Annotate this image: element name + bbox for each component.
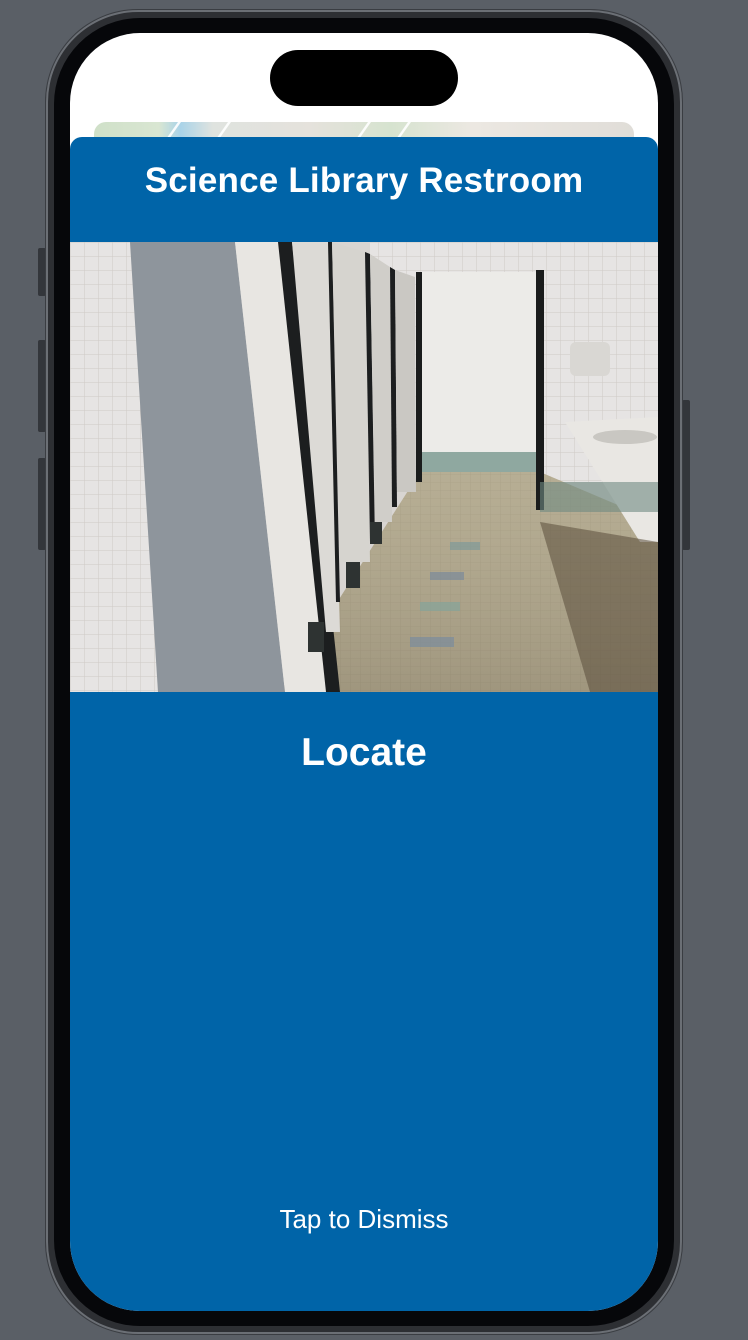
tap-to-dismiss-button[interactable]: Tap to Dismiss (214, 1199, 514, 1239)
restroom-photo-illustration (70, 242, 658, 692)
power-button (682, 400, 690, 550)
action-button (38, 248, 46, 296)
volume-down-button (38, 458, 46, 550)
restroom-photo (70, 242, 658, 692)
location-detail-sheet: Science Library Restroom Locate Tap to D… (70, 137, 658, 1311)
locate-button[interactable]: Locate (264, 723, 464, 783)
volume-up-button (38, 340, 46, 432)
dynamic-island (270, 50, 458, 106)
simulator-backdrop: Science Library Restroom Locate Tap to D… (0, 0, 748, 1340)
location-title: Science Library Restroom (144, 161, 584, 200)
phone-screen: Science Library Restroom Locate Tap to D… (70, 33, 658, 1311)
